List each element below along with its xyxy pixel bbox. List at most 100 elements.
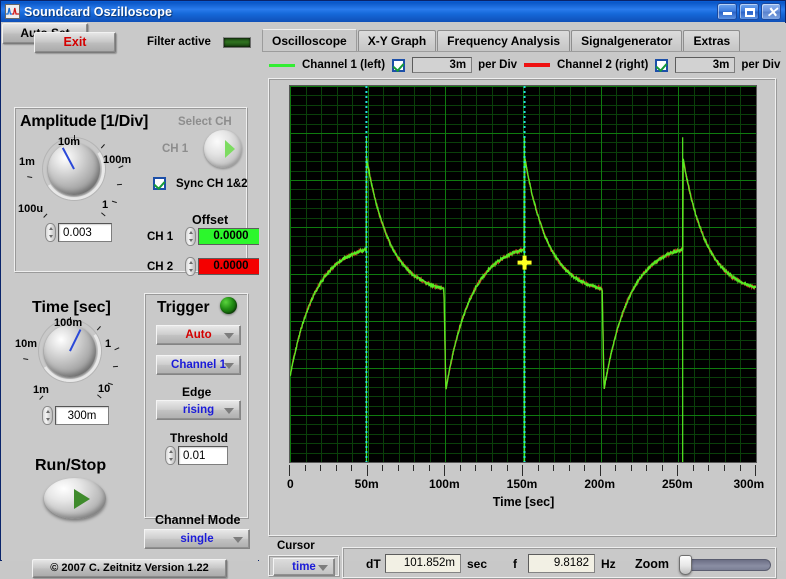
copyright-label: © 2007 C. Zeitnitz Version 1.22 [32, 559, 227, 578]
x-axis-tick-label: 0 [286, 477, 294, 491]
amplitude-value-input[interactable]: 0.003 [58, 223, 112, 242]
channel-2-enable-checkbox[interactable] [655, 58, 669, 72]
channel-2-legend: Channel 2 (right) 3m per Div [524, 56, 780, 74]
channel-2-div-input[interactable]: 3m [675, 57, 736, 73]
minimize-button[interactable] [717, 3, 737, 20]
time-knob[interactable] [44, 325, 96, 377]
offset-ch2-spinner[interactable] [185, 257, 196, 276]
close-button[interactable]: ✕ [761, 3, 781, 20]
window-title: Soundcard Oszilloscope [24, 4, 173, 19]
oscilloscope-plot[interactable] [289, 85, 757, 463]
dt-label: dT [366, 557, 381, 571]
x-axis-tick-label: 250m [661, 477, 693, 491]
time-tick [23, 358, 29, 360]
channel-1-legend: Channel 1 (left) 3m per Div [269, 56, 517, 74]
f-label: f [513, 557, 517, 571]
f-value[interactable]: 9.8182 [528, 554, 595, 573]
select-ch-title: Select CH [178, 116, 232, 128]
tab-signalgenerator[interactable]: Signalgenerator [571, 30, 683, 52]
amp-knob-label-1m: 1m [19, 156, 35, 168]
tab-frequency-analysis[interactable]: Frequency Analysis [437, 30, 571, 52]
threshold-input[interactable]: 0.01 [178, 446, 228, 465]
x-axis-tick [553, 465, 555, 471]
offset-title: Offset [192, 213, 229, 227]
x-axis-tick [397, 465, 399, 471]
filter-active-led[interactable] [223, 37, 251, 48]
time-knob-label-1: 1 [105, 338, 112, 350]
x-axis-tick [413, 465, 415, 471]
offset-ch1-label: CH 1 [147, 231, 174, 243]
amp-knob-label-1: 1 [102, 199, 109, 211]
amplitude-knob[interactable] [48, 143, 100, 195]
x-axis-tick [568, 465, 570, 471]
tab-xy-graph[interactable]: X-Y Graph [357, 30, 437, 52]
cursor-mode-container: time [268, 555, 340, 577]
amplitude-spinner[interactable] [45, 223, 56, 242]
tab-extras[interactable]: Extras [683, 30, 741, 52]
x-axis-tick [692, 465, 694, 471]
tab-underline [262, 51, 781, 52]
x-axis-tick [615, 465, 617, 471]
zoom-slider-thumb[interactable] [679, 555, 692, 575]
channel-mode-dropdown[interactable]: single [144, 529, 250, 549]
threshold-spinner[interactable] [165, 446, 176, 465]
offset-ch2-label: CH 2 [147, 261, 174, 273]
time-knob-label-1m: 1m [33, 384, 49, 396]
zoom-label: Zoom [635, 557, 670, 571]
application-window: Soundcard Oszilloscope ✕ Exit Filter act… [0, 0, 786, 579]
trigger-source-dropdown[interactable]: Channel 1 [156, 355, 241, 375]
run-stop-button[interactable] [44, 478, 106, 519]
time-knob-label-10: 10 [98, 383, 111, 395]
x-axis-tick-label: 50m [354, 477, 379, 491]
channel-2-per-div-label: per Div [741, 59, 781, 71]
dt-value[interactable]: 101.852m [385, 554, 461, 573]
trigger-edge-dropdown[interactable]: rising [156, 400, 241, 420]
channel-1-enable-checkbox[interactable] [392, 58, 406, 72]
offset-ch1-spinner[interactable] [185, 227, 196, 246]
trigger-mode-dropdown[interactable]: Auto [156, 325, 241, 345]
time-tick [112, 365, 118, 368]
sync-channels-checkbox[interactable] [153, 177, 166, 190]
sync-channels-label: Sync CH 1&2 [176, 178, 248, 190]
dt-unit: sec [467, 557, 488, 571]
time-spinner[interactable] [42, 406, 53, 425]
time-value-input[interactable]: 300m [55, 406, 109, 425]
x-axis-tick [506, 465, 508, 471]
amp-knob-label-100u: 100u [18, 203, 44, 215]
x-axis-labels: 0 50m 100m 150m 200m 250m 300m [269, 477, 778, 493]
offset-ch2-value[interactable]: 0.0000 [198, 258, 264, 275]
x-axis-tick-label: 150m [506, 477, 538, 491]
x-axis-tick [475, 465, 477, 471]
x-axis-tick [490, 465, 492, 471]
x-axis-tick [708, 465, 710, 471]
x-axis-tick [584, 465, 586, 471]
x-axis-tick [661, 465, 663, 471]
x-axis-tick [382, 465, 384, 471]
tab-oscilloscope[interactable]: Oscilloscope [262, 29, 357, 52]
oscilloscope-plot-frame: 0 50m 100m 150m 200m 250m 300m Time [sec] [268, 78, 777, 537]
x-axis-tick [739, 465, 741, 471]
channel-mode-label: Channel Mode [155, 513, 241, 527]
trigger-source-value: Channel 1 [171, 359, 226, 371]
exit-button[interactable]: Exit [34, 32, 116, 53]
amp-knob-label-100m: 100m [103, 154, 132, 166]
time-tick [96, 326, 101, 331]
channel-2-label: Channel 2 (right) [557, 59, 649, 71]
x-axis-tick [723, 465, 725, 471]
channel-1-div-input[interactable]: 3m [412, 57, 473, 73]
time-title: Time [sec] [32, 299, 111, 316]
channel-2-color-swatch [524, 63, 550, 67]
trigger-title: Trigger [157, 299, 210, 316]
offset-ch1-value[interactable]: 0.0000 [198, 228, 264, 245]
select-channel-knob[interactable] [204, 130, 242, 168]
time-knob-label-10m: 10m [15, 338, 38, 350]
maximize-button[interactable] [739, 3, 759, 20]
x-axis-tick [366, 465, 368, 476]
x-axis-tick [428, 465, 430, 471]
amp-knob-label-10m: 10m [58, 136, 81, 148]
time-tick [39, 395, 44, 400]
channel-1-color-swatch [269, 63, 295, 67]
cursor-mode-value: time [292, 561, 316, 573]
right-display-panel: Oscilloscope X-Y Graph Frequency Analysi… [259, 23, 786, 579]
trigger-edge-label: Edge [182, 385, 212, 399]
